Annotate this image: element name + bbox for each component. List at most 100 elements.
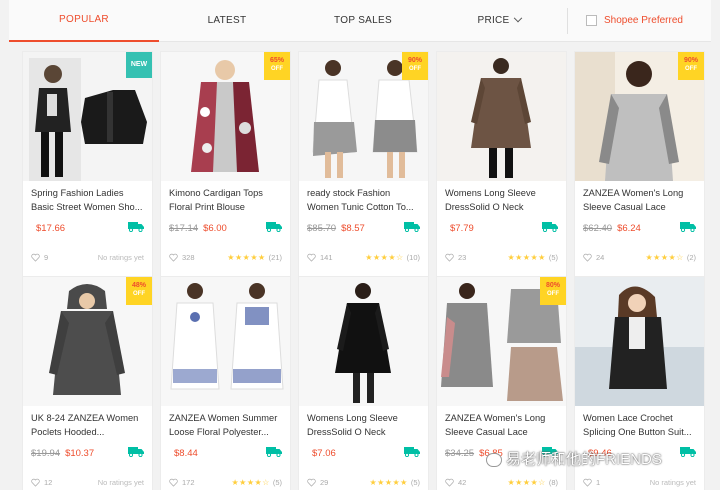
- tab-popular[interactable]: POPULAR: [9, 0, 159, 42]
- price-label: PRICE: [477, 15, 510, 26]
- rating-stars-icon: ★★★★★: [369, 478, 408, 487]
- rating-count: (21): [268, 253, 282, 262]
- shopee-preferred-filter[interactable]: Shopee Preferred: [568, 15, 711, 26]
- heart-icon[interactable]: [307, 253, 316, 262]
- like-count: 172: [182, 478, 195, 487]
- meta-row: 9 No ratings yet: [31, 253, 144, 262]
- no-rating-text: No ratings yet: [97, 478, 144, 487]
- price-row: $7.06: [307, 447, 420, 459]
- heart-icon[interactable]: [307, 478, 316, 487]
- product-image[interactable]: [437, 52, 566, 181]
- product-name[interactable]: Womens Long Sleeve DressSolid O Neck Cas…: [307, 411, 420, 439]
- product-name[interactable]: ZANZEA Women's Long Sleeve Casual Lace L…: [583, 186, 696, 214]
- discount-off: OFF: [409, 66, 421, 72]
- product-name[interactable]: ZANZEA Women Summer Loose Floral Polyest…: [169, 411, 282, 439]
- discount-percent: 48%: [131, 282, 146, 289]
- meta-row: 328 ★★★★★ (21): [169, 253, 282, 262]
- like-count: 141: [320, 253, 333, 262]
- free-shipping-icon: [680, 447, 696, 457]
- product-image[interactable]: 48% OFF: [23, 277, 152, 406]
- sale-price: $6.24: [617, 223, 641, 234]
- product-image[interactable]: 80% OFF: [437, 277, 566, 406]
- free-shipping-icon: [404, 222, 420, 232]
- original-price: $17.14: [169, 223, 199, 234]
- like-count: 1: [596, 478, 601, 487]
- sale-price: $7.06: [312, 448, 336, 459]
- heart-icon[interactable]: [31, 478, 40, 487]
- product-image[interactable]: 65% OFF: [161, 52, 290, 181]
- heart-icon[interactable]: [583, 478, 592, 487]
- product-info: ready stock Fashion Women Tunic Cotton T…: [299, 181, 428, 277]
- product-name[interactable]: Spring Fashion Ladies Basic Street Women…: [31, 186, 144, 214]
- price-row: $7.79: [445, 222, 558, 234]
- preferred-label: Shopee Preferred: [604, 15, 683, 26]
- product-card[interactable]: 48% OFF UK 8-24 ZANZEA Women Poclets Hood…: [22, 276, 153, 490]
- heart-icon[interactable]: [583, 253, 592, 262]
- rating-stars-icon: ★★★★☆: [507, 478, 546, 487]
- tab-latest[interactable]: LATEST: [159, 0, 295, 42]
- sale-price: $17.66: [36, 223, 66, 234]
- free-shipping-icon: [404, 447, 420, 457]
- meta-row: 42 ★★★★☆ (8): [445, 478, 558, 487]
- free-shipping-icon: [266, 222, 282, 232]
- discount-off: OFF: [685, 66, 697, 72]
- product-info: ZANZEA Women Summer Loose Floral Polyest…: [161, 406, 290, 490]
- like-count: 328: [182, 253, 195, 262]
- meta-row: 24 ★★★★☆ (2): [583, 253, 696, 262]
- discount-off: OFF: [271, 66, 283, 72]
- meta-row: 29 ★★★★★ (5): [307, 478, 420, 487]
- heart-icon[interactable]: [169, 253, 178, 262]
- original-price: $62.40: [583, 223, 613, 234]
- tab-top-sales[interactable]: TOP SALES: [295, 0, 431, 42]
- product-card[interactable]: 90% OFF ZANZEA Women's Long Sleeve Casual…: [574, 51, 705, 278]
- meta-row: 12 No ratings yet: [31, 478, 144, 487]
- rating-count: (2): [686, 253, 696, 262]
- price-row: $17.14 $6.00: [169, 222, 282, 234]
- product-card[interactable]: 65% OFF Kimono Cardigan Tops Floral Print…: [160, 51, 291, 278]
- product-name[interactable]: UK 8-24 ZANZEA Women Poclets Hooded...: [31, 411, 144, 439]
- product-name[interactable]: Women Lace Crochet Splicing One Button S…: [583, 411, 696, 439]
- heart-icon[interactable]: [445, 253, 454, 262]
- product-card[interactable]: 90% OFF ready stock Fashion Women Tunic C…: [298, 51, 429, 278]
- product-info: Womens Long Sleeve DressSolid O Neck Cas…: [299, 406, 428, 490]
- tab-price[interactable]: PRICE: [431, 0, 567, 42]
- product-name[interactable]: Womens Long Sleeve DressSolid O Neck Cas…: [445, 186, 558, 214]
- rating-count: (10): [406, 253, 420, 262]
- product-name[interactable]: ZANZEA Women's Long Sleeve Casual Lace L…: [445, 411, 558, 439]
- heart-icon[interactable]: [31, 253, 40, 262]
- product-info: Spring Fashion Ladies Basic Street Women…: [23, 181, 152, 277]
- rating-stars-icon: ★★★★☆: [231, 478, 270, 487]
- preferred-checkbox[interactable]: [586, 15, 597, 26]
- sale-price: $7.79: [450, 223, 474, 234]
- product-card[interactable]: ZANZEA Women Summer Loose Floral Polyest…: [160, 276, 291, 490]
- discount-badge: 80% OFF: [540, 277, 566, 305]
- discount-percent: 65%: [269, 57, 284, 64]
- rating-count: (5): [548, 253, 558, 262]
- product-image[interactable]: [575, 277, 704, 406]
- product-image[interactable]: 90% OFF: [575, 52, 704, 181]
- product-image[interactable]: NEW: [23, 52, 152, 181]
- discount-badge: 90% OFF: [402, 52, 428, 80]
- product-image[interactable]: [299, 277, 428, 406]
- free-shipping-icon: [266, 447, 282, 457]
- meta-row: 23 ★★★★★ (5): [445, 253, 558, 262]
- product-card[interactable]: NEW Spring Fashion Ladies Basic Street W…: [22, 51, 153, 278]
- product-image[interactable]: [161, 277, 290, 406]
- price-row: $85.70 $8.57: [307, 222, 420, 234]
- price-row: $8.44: [169, 447, 282, 459]
- product-card[interactable]: Womens Long Sleeve DressSolid O Neck Cas…: [436, 51, 567, 278]
- heart-icon[interactable]: [445, 478, 454, 487]
- sale-price: $6.00: [203, 223, 227, 234]
- original-price: $19.94: [31, 448, 61, 459]
- product-image[interactable]: 90% OFF: [299, 52, 428, 181]
- product-card[interactable]: Womens Long Sleeve DressSolid O Neck Cas…: [298, 276, 429, 490]
- no-rating-text: No ratings yet: [97, 253, 144, 262]
- discount-badge: 48% OFF: [126, 277, 152, 305]
- heart-icon[interactable]: [169, 478, 178, 487]
- product-name[interactable]: Kimono Cardigan Tops Floral Print Blouse: [169, 186, 282, 214]
- rating-count: (5): [410, 478, 420, 487]
- free-shipping-icon: [128, 222, 144, 232]
- free-shipping-icon: [680, 222, 696, 232]
- product-name[interactable]: ready stock Fashion Women Tunic Cotton T…: [307, 186, 420, 214]
- meta-row: 172 ★★★★☆ (5): [169, 478, 282, 487]
